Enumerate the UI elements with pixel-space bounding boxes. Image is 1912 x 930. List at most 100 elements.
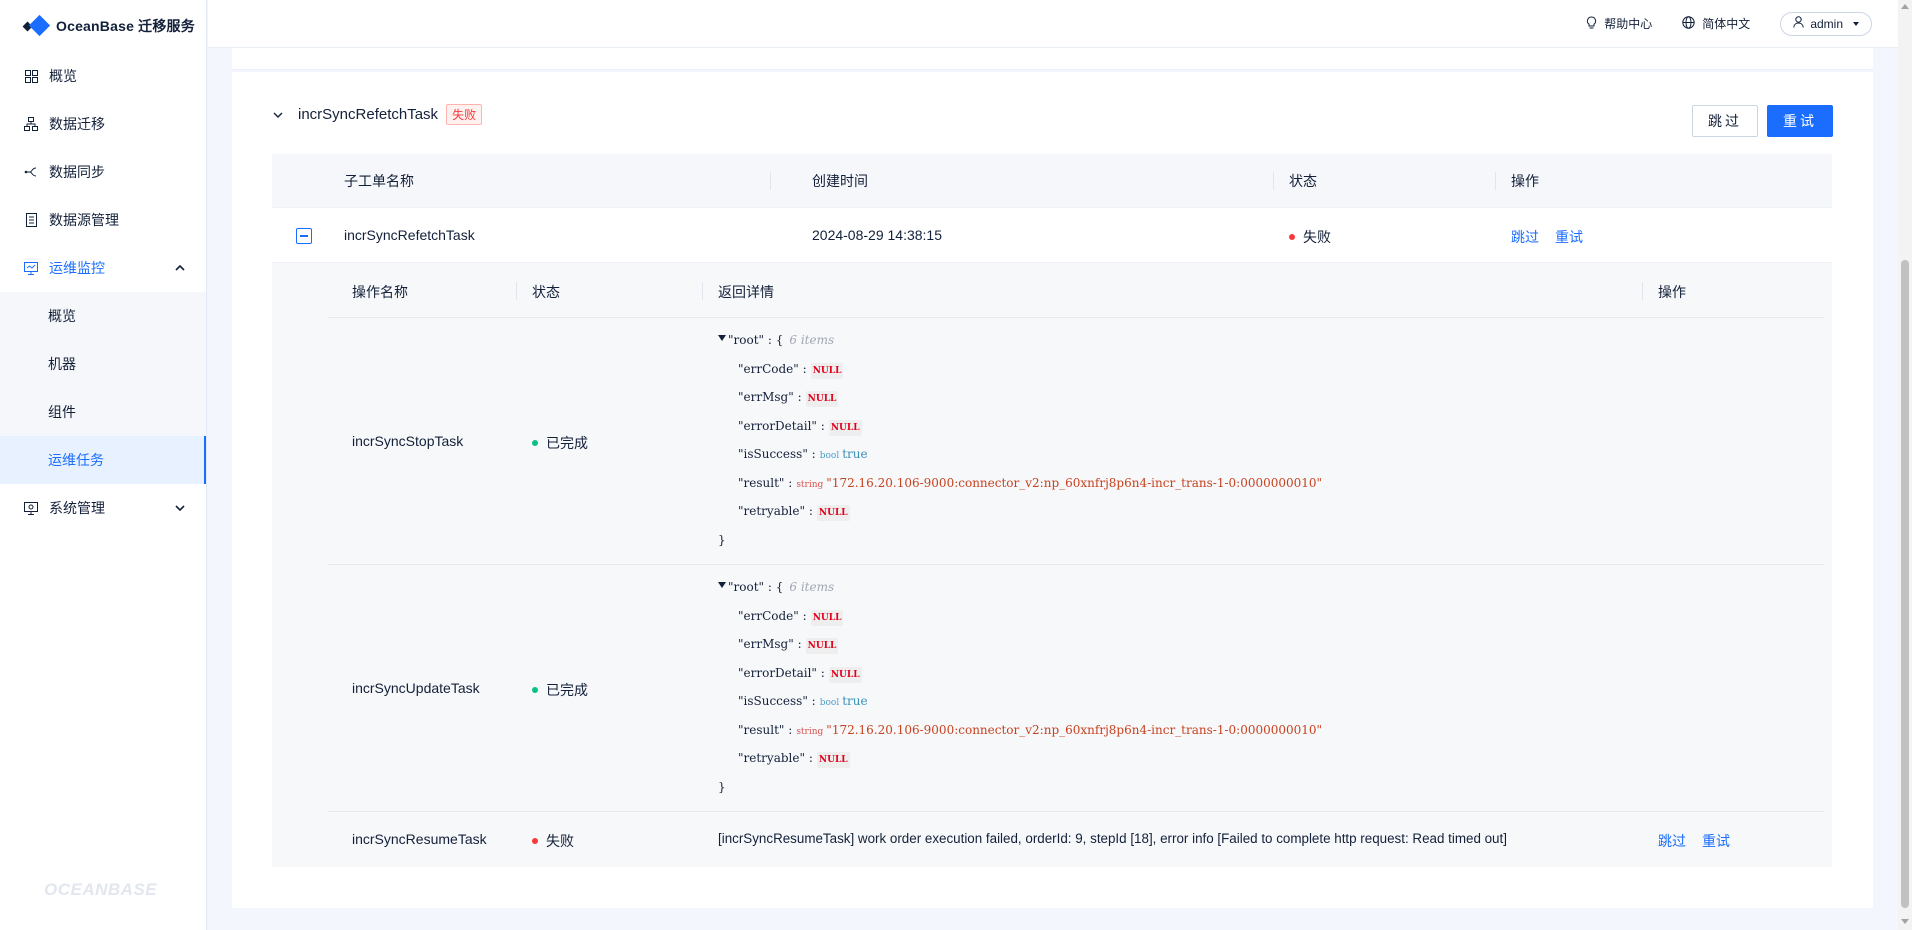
json-type: string — [796, 726, 824, 737]
sidebar-item-label: 概览 — [49, 68, 77, 84]
globe-icon — [1682, 15, 1695, 32]
expanded-row: 操作名称 状态 返回详情 操作 incrSyncStopTask 已完成 "ro… — [272, 263, 1832, 867]
sidebar-item-datasource[interactable]: 数据源管理 — [0, 196, 206, 244]
sidebar-subitem-components[interactable]: 组件 — [0, 388, 206, 436]
json-item-count: 6 items — [789, 333, 835, 347]
json-root-line: "root" : {6 items — [718, 573, 1322, 602]
json-null: NULL — [805, 391, 839, 407]
bulb-icon — [1586, 15, 1597, 32]
operation-name: incrSyncUpdateTask — [352, 680, 480, 696]
scroll-down-arrow-icon[interactable] — [1901, 919, 1909, 924]
json-key: "errCode" — [738, 608, 799, 623]
previous-card-edge — [232, 48, 1873, 70]
json-colon: : — [820, 665, 825, 680]
monitor-icon — [24, 261, 38, 275]
json-null: NULL — [828, 666, 862, 683]
chevron-up-icon — [174, 261, 188, 275]
user-menu[interactable]: admin — [1780, 11, 1872, 36]
sidebar-item-system-admin[interactable]: 系统管理 — [0, 484, 206, 532]
skip-button[interactable]: 跳过 — [1692, 105, 1758, 137]
expand-triangle-icon[interactable] — [718, 335, 726, 341]
json-colon: : — [808, 504, 813, 518]
status-dot-icon — [1289, 234, 1295, 241]
json-brace: } — [718, 532, 726, 547]
sidebar-item-overview[interactable]: 概览 — [0, 52, 206, 100]
sidebar-item-data-sync[interactable]: 数据同步 — [0, 148, 206, 196]
scroll-up-arrow-icon[interactable] — [1901, 4, 1909, 9]
caret-down-icon — [1853, 21, 1859, 26]
json-type: bool — [819, 451, 840, 461]
sidebar-item-ops-monitor[interactable]: 运维监控 — [0, 244, 206, 292]
json-type: bool — [819, 698, 840, 708]
column-header: 操作 — [1511, 172, 1539, 189]
row-retry-link[interactable]: 重试 — [1555, 227, 1583, 247]
json-null: NULL — [816, 752, 850, 768]
json-key: "errMsg" — [738, 390, 794, 404]
column-header: 创建时间 — [812, 172, 868, 189]
row-skip-link[interactable]: 跳过 — [1511, 227, 1539, 247]
database-doc-icon — [24, 213, 38, 227]
status-cell: 已完成 — [532, 680, 588, 700]
json-close-line: } — [718, 773, 1322, 802]
oceanbase-logo-icon — [22, 14, 51, 37]
status-text: 已完成 — [546, 682, 588, 698]
json-colon: : — [811, 694, 816, 708]
json-key: "retryable" — [738, 751, 805, 765]
json-key: "result" — [738, 722, 785, 737]
json-line: "errMsg" : NULL — [718, 383, 1322, 412]
help-center-label: 帮助中心 — [1604, 17, 1653, 31]
json-string: "172.16.20.106-9000:connector_v2:np_60xn… — [826, 722, 1323, 737]
json-brace: } — [718, 779, 726, 794]
branch-icon — [24, 165, 38, 179]
sidebar: OceanBase 迁移服务 概览 数据迁移 数据同步 数据源管理 运维监控 概… — [0, 0, 207, 930]
column-header: 状态 — [532, 284, 560, 300]
status-dot-icon — [532, 838, 538, 845]
column-header: 状态 — [1289, 172, 1317, 189]
sidebar-subitem-ops-tasks[interactable]: 运维任务 — [0, 436, 206, 484]
sitemap-icon — [24, 117, 38, 131]
json-colon: : — [808, 751, 813, 765]
app-title: OceanBase 迁移服务 — [56, 18, 195, 34]
column-divider — [516, 282, 517, 300]
json-type: string — [796, 479, 824, 490]
user-name: admin — [1810, 16, 1843, 31]
expand-triangle-icon[interactable] — [718, 582, 726, 588]
status-text: 失败 — [1303, 229, 1331, 245]
column-header: 操作 — [1658, 284, 1686, 300]
task-title: incrSyncRefetchTask — [298, 106, 439, 123]
sidebar-item-label: 运维监控 — [49, 260, 105, 276]
sidebar-subitem-overview[interactable]: 概览 — [0, 292, 206, 340]
json-viewer: "root" : {6 items "errCode" : NULL "errMs… — [718, 573, 1322, 801]
json-null: NULL — [816, 505, 850, 521]
top-header: 帮助中心 简体中文 admin — [208, 0, 1912, 48]
page-scrollbar[interactable] — [1898, 0, 1912, 930]
json-line: "result" : string "172.16.20.106-9000:conn… — [718, 716, 1322, 745]
sidebar-item-label: 数据迁移 — [49, 116, 105, 132]
json-key: "root" — [728, 580, 765, 594]
sidebar-item-label: 系统管理 — [49, 500, 105, 516]
user-icon — [1793, 16, 1805, 31]
json-close-line: } — [718, 526, 1322, 555]
scrollbar-thumb[interactable] — [1901, 260, 1909, 908]
json-item-count: 6 items — [789, 580, 835, 594]
sidebar-subitem-machines[interactable]: 机器 — [0, 340, 206, 388]
json-colon: : — [767, 580, 772, 594]
app-logo[interactable]: OceanBase 迁移服务 — [0, 0, 206, 52]
json-key: "root" — [728, 333, 765, 347]
collapse-chevron-icon[interactable] — [272, 108, 286, 122]
json-colon: : — [802, 608, 807, 623]
row-skip-link[interactable]: 跳过 — [1658, 831, 1686, 851]
column-divider — [1642, 282, 1643, 300]
collapse-row-icon[interactable] — [296, 228, 312, 244]
retry-button[interactable]: 重试 — [1767, 105, 1833, 137]
task-detail-card: incrSyncRefetchTask 失败 跳过 重试 子工单名称 创建时间 … — [232, 72, 1873, 908]
language-switcher[interactable]: 简体中文 — [1682, 15, 1750, 32]
sidebar-item-label: 数据源管理 — [49, 212, 119, 228]
json-colon: : — [802, 361, 807, 376]
table-row: incrSyncUpdateTask 已完成 "root" : {6 items… — [328, 565, 1824, 812]
sidebar-item-data-migration[interactable]: 数据迁移 — [0, 100, 206, 148]
row-retry-link[interactable]: 重试 — [1702, 831, 1730, 851]
operation-table-header: 操作名称 状态 返回详情 操作 — [328, 263, 1824, 318]
help-center-button[interactable]: 帮助中心 — [1586, 15, 1652, 32]
json-key: "errCode" — [738, 361, 799, 376]
